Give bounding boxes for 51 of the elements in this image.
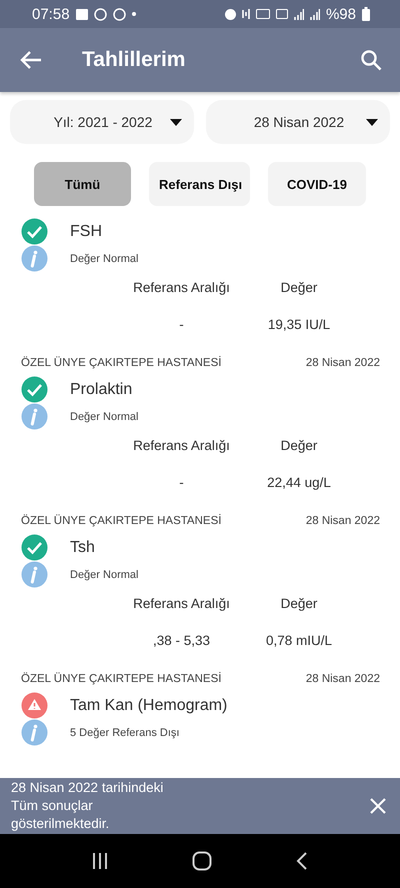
battery-level: %98: [326, 6, 356, 22]
back-arrow-icon[interactable]: [20, 50, 42, 70]
hospital-name: ÖZEL ÜNYE ÇAKIRTEPE HASTANESİ: [21, 357, 222, 369]
hospital-name: ÖZEL ÜNYE ÇAKIRTEPE HASTANESİ: [21, 673, 222, 685]
filter-chip[interactable]: Tümü: [34, 162, 131, 206]
result-value: 0,78 mIU/L: [266, 633, 332, 648]
result-summary: Değer Normal: [70, 568, 138, 580]
test-name[interactable]: Prolaktin: [70, 380, 132, 398]
back-icon[interactable]: [296, 852, 308, 870]
result-value: 19,35 IU/L: [268, 317, 330, 332]
column-header: Referans Aralığı: [133, 438, 230, 453]
check-icon: [21, 218, 48, 245]
status-time: 07:58: [32, 6, 70, 22]
result-value: 22,44 ug/L: [267, 475, 331, 490]
result-date: 28 Nisan 2022: [306, 673, 380, 685]
result-date: 28 Nisan 2022: [306, 515, 380, 527]
reference-range: -: [179, 475, 184, 490]
warning-icon: [21, 692, 48, 719]
column-header: Değer: [280, 596, 318, 611]
reference-range: ,38 - 5,33: [152, 633, 210, 648]
test-name[interactable]: FSH: [70, 222, 102, 240]
dropdown-caret-icon: [170, 118, 182, 126]
signal-icon: [310, 8, 320, 20]
screen-title: Tahlillerim: [82, 48, 186, 72]
snackbar-message: 28 Nisan 2022 tarihindeki Tüm sonuçlar gösterilmektedir.: [11, 779, 164, 833]
check-icon: [21, 376, 48, 403]
filter-chip[interactable]: Referans Dışı: [149, 162, 250, 206]
test-name[interactable]: Tam Kan (Hemogram): [70, 696, 228, 714]
battery-icon: [362, 7, 370, 21]
dot-icon: [132, 12, 136, 16]
reference-range: -: [179, 317, 184, 332]
filter-dropdown[interactable]: 28 Nisan 2022: [206, 100, 390, 144]
check-icon: [21, 534, 48, 561]
filter-dropdown[interactable]: Yıl: 2021 - 2022: [10, 100, 194, 144]
result-summary: 5 Değer Referans Dışı: [70, 726, 180, 738]
column-header: Değer: [280, 438, 318, 453]
hospital-name: ÖZEL ÜNYE ÇAKIRTEPE HASTANESİ: [21, 515, 222, 527]
signal-icon: [294, 8, 304, 20]
result-date: 28 Nisan 2022: [306, 357, 380, 369]
close-icon[interactable]: [370, 798, 386, 814]
result-summary: Değer Normal: [70, 410, 138, 422]
column-header: Değer: [280, 280, 318, 295]
result-summary: Değer Normal: [70, 252, 138, 264]
column-header: Referans Aralığı: [133, 280, 230, 295]
dropdown-caret-icon: [366, 118, 378, 126]
column-header: Referans Aralığı: [133, 596, 230, 611]
test-name[interactable]: Tsh: [70, 538, 95, 556]
home-icon[interactable]: [192, 851, 212, 871]
search-icon[interactable]: [360, 49, 382, 71]
recent-apps-icon[interactable]: [92, 853, 108, 869]
filter-chip[interactable]: COVID-19: [268, 162, 366, 206]
